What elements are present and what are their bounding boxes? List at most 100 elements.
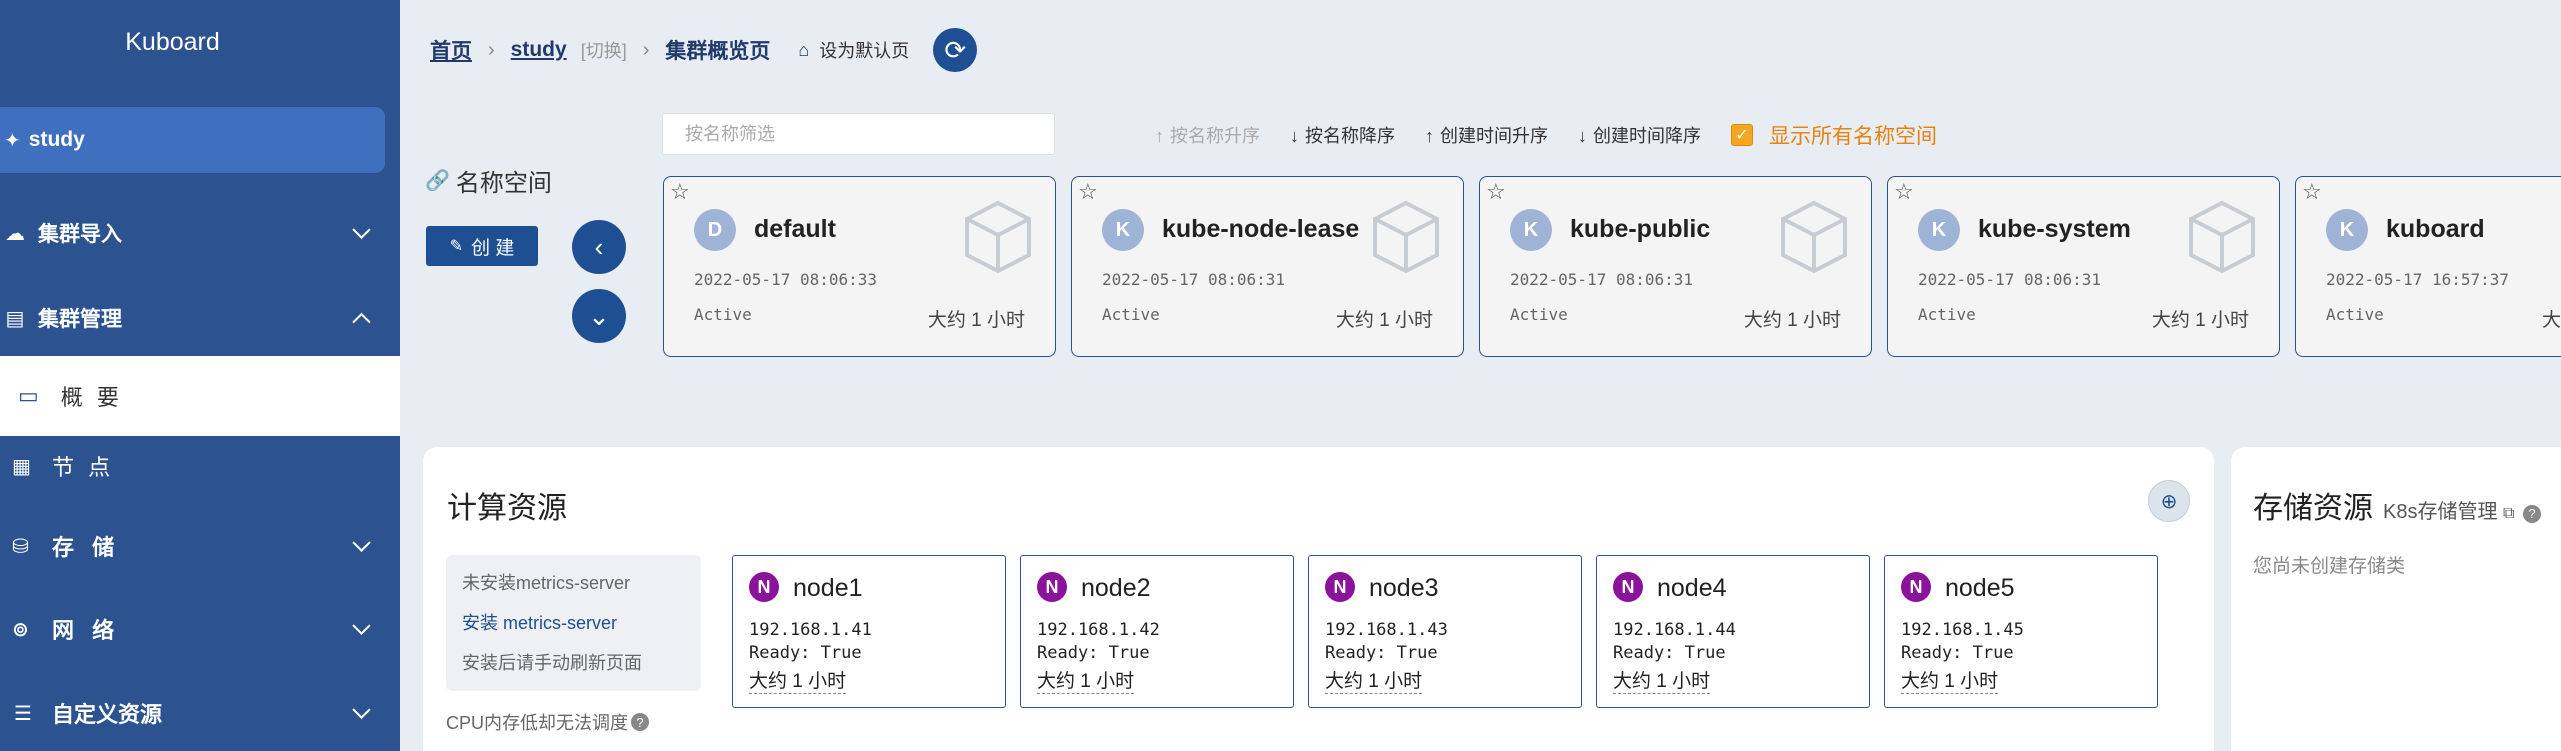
create-label: 创 建	[471, 237, 515, 259]
node-name[interactable]: node5	[1945, 574, 2015, 603]
namespace-age: 大约 1 小时	[2151, 310, 2249, 331]
sort-label: 按名称升序	[1170, 126, 1260, 146]
arrow-down-icon: ↓	[1290, 126, 1299, 146]
create-namespace-button[interactable]: ✎ 创 建	[426, 226, 538, 266]
switch-cluster-link[interactable]: [切换]	[581, 37, 627, 63]
node-name[interactable]: node1	[793, 574, 863, 603]
sidebar-item-label: 自定义资源	[52, 702, 163, 727]
star-icon[interactable]: ☆	[1078, 179, 1098, 205]
node-age: 大约 1 小时	[1037, 666, 1135, 694]
namespace-name[interactable]: kuboard	[2386, 215, 2485, 244]
node-card[interactable]: N node5 192.168.1.45 Ready: True 大约 1 小时	[1884, 555, 2158, 708]
namespace-filter-input[interactable]: 按名称筛选	[662, 113, 1055, 155]
node-card[interactable]: N node3 192.168.1.43 Ready: True 大约 1 小时	[1308, 555, 1582, 708]
node-name[interactable]: node4	[1657, 574, 1727, 603]
sidebar-item-cluster-import[interactable]: ☁ 集群导入	[0, 203, 400, 263]
sort-name-desc[interactable]: ↓ 按名称降序	[1290, 122, 1395, 148]
grid-icon: ▦	[12, 455, 35, 478]
storage-title: 存储资源 K8s存储管理 ⧉ ?	[2253, 483, 2542, 527]
node-ready: Ready: True	[1325, 643, 1438, 663]
namespace-avatar: K	[2326, 209, 2368, 251]
sort-label: 创建时间升序	[1440, 126, 1548, 146]
sidebar-item-storage[interactable]: ⛁ 存 储	[0, 516, 400, 576]
storage-resources-panel: 存储资源 K8s存储管理 ⧉ ? 您尚未创建存储类	[2231, 447, 2561, 751]
node-card[interactable]: N node4 192.168.1.44 Ready: True 大约 1 小时	[1596, 555, 1870, 708]
star-icon[interactable]: ☆	[1894, 179, 1914, 205]
breadcrumb-current: 集群概览页	[665, 40, 771, 63]
chevron-up-icon	[352, 312, 371, 332]
namespace-avatar: D	[694, 209, 736, 251]
namespace-name[interactable]: kube-node-lease	[1162, 215, 1359, 244]
namespace-created: 2022-05-17 08:06:33	[694, 270, 878, 289]
refresh-button[interactable]: ⟳	[933, 28, 978, 72]
presentation-icon: ▭	[18, 383, 43, 408]
namespace-age: 大约 1 小时	[1743, 310, 1841, 331]
namespace-card[interactable]: ☆ K kube-node-lease 2022-05-17 08:06:31 …	[1071, 176, 1464, 357]
cube-icon	[1781, 200, 1847, 274]
sidebar-item-custom-resources[interactable]: ☰ 自定义资源	[0, 683, 400, 743]
namespace-card[interactable]: ☆ D default 2022-05-17 08:06:33 Active 大…	[663, 176, 1056, 357]
sidebar-cluster-study[interactable]: ✦ study	[0, 107, 385, 173]
namespace-name[interactable]: kube-system	[1978, 215, 2131, 244]
namespace-card[interactable]: ☆ K kube-public 2022-05-17 08:06:31 Acti…	[1479, 176, 1872, 357]
breadcrumb-cluster[interactable]: study	[511, 38, 567, 62]
sort-name-asc[interactable]: ↑ 按名称升序	[1155, 122, 1260, 148]
show-all-namespaces-toggle[interactable]: ✓ 显示所有名称空间	[1731, 120, 1937, 150]
expand-button[interactable]: ⌄	[572, 289, 626, 343]
node-name[interactable]: node3	[1369, 574, 1439, 603]
zoom-in-button[interactable]: ⊕	[2148, 480, 2190, 522]
node-card[interactable]: N node1 192.168.1.41 Ready: True 大约 1 小时	[732, 555, 1006, 708]
breadcrumb: 首页 › study [切换] › 集群概览页 ⌂ 设为默认页 ⟳	[430, 28, 978, 72]
sort-bar: ↑ 按名称升序 ↓ 按名称降序 ↑ 创建时间升序 ↓ 创建时间降序 ✓ 显示所有名称空间	[1155, 120, 1937, 150]
scroll-left-button[interactable]: ‹	[572, 220, 626, 274]
node-age: 大约 1 小时	[1901, 666, 1999, 694]
node-name[interactable]: node2	[1081, 574, 1151, 603]
metrics-notice: 未安装metrics-server 安装 metrics-server 安装后请…	[446, 555, 701, 691]
sidebar-item-label: 节 点	[52, 455, 115, 480]
set-default-link[interactable]: 设为默认页	[819, 37, 909, 63]
node-age: 大约 1 小时	[749, 666, 847, 694]
namespace-card[interactable]: ☆ K kuboard 2022-05-17 16:57:37 Active 大	[2295, 176, 2561, 357]
link-icon: 🔗	[425, 170, 450, 192]
node-age: 大约 1 小时	[1613, 666, 1711, 694]
namespace-avatar: K	[1510, 209, 1552, 251]
node-badge: N	[1037, 572, 1067, 602]
sliders-icon: ☰	[14, 702, 32, 725]
namespace-status: Active	[1102, 305, 1160, 324]
namespace-created: 2022-05-17 08:06:31	[1102, 270, 1286, 289]
sidebar-item-label: 集群导入	[38, 223, 122, 246]
star-icon[interactable]: ☆	[2302, 179, 2322, 205]
namespace-card[interactable]: ☆ K kube-system 2022-05-17 08:06:31 Acti…	[1887, 176, 2280, 357]
install-metrics-link[interactable]: 安装 metrics-server	[462, 609, 701, 635]
namespace-status: Active	[694, 305, 752, 324]
sidebar-item-label: 网 络	[52, 618, 121, 643]
sidebar-group-cluster-manage[interactable]: ▤ 集群管理	[0, 288, 400, 356]
star-icon[interactable]: ☆	[670, 179, 690, 205]
home-icon[interactable]: ⌂	[798, 40, 809, 61]
sidebar-item-overview[interactable]: ▭ 概 要	[0, 356, 400, 436]
sort-created-asc[interactable]: ↑ 创建时间升序	[1425, 122, 1548, 148]
node-ready: Ready: True	[1901, 643, 2014, 663]
namespace-name[interactable]: default	[754, 215, 836, 244]
network-icon: ⊚	[12, 618, 35, 641]
sort-created-desc[interactable]: ↓ 创建时间降序	[1578, 122, 1701, 148]
cluster-name: study	[28, 128, 85, 151]
help-icon[interactable]: ?	[631, 713, 650, 731]
star-icon[interactable]: ☆	[1486, 179, 1506, 205]
sidebar-item-cluster-manage[interactable]: ▤ 集群管理	[0, 288, 400, 348]
namespace-status: Active	[1918, 305, 1976, 324]
checkbox-checked-icon[interactable]: ✓	[1731, 124, 1753, 146]
storage-manage-link[interactable]: K8s存储管理 ⧉ ?	[2383, 495, 2542, 524]
cube-icon	[965, 200, 1031, 274]
sidebar-item-network[interactable]: ⊚ 网 络	[0, 599, 400, 659]
breadcrumb-home[interactable]: 首页	[430, 35, 472, 65]
help-icon[interactable]: ?	[2523, 504, 2542, 523]
refresh-hint-text: 安装后请手动刷新页面	[462, 653, 642, 673]
namespace-status: Active	[1510, 305, 1568, 324]
namespace-name[interactable]: kube-public	[1570, 215, 1710, 244]
metrics-missing-text: 未安装metrics-server	[462, 573, 631, 593]
node-card[interactable]: N node2 192.168.1.42 Ready: True 大约 1 小时	[1020, 555, 1294, 708]
node-ready: Ready: True	[1613, 643, 1726, 663]
sidebar-item-label: 概 要	[60, 385, 123, 410]
sidebar-item-nodes[interactable]: ▦ 节 点	[0, 436, 400, 496]
